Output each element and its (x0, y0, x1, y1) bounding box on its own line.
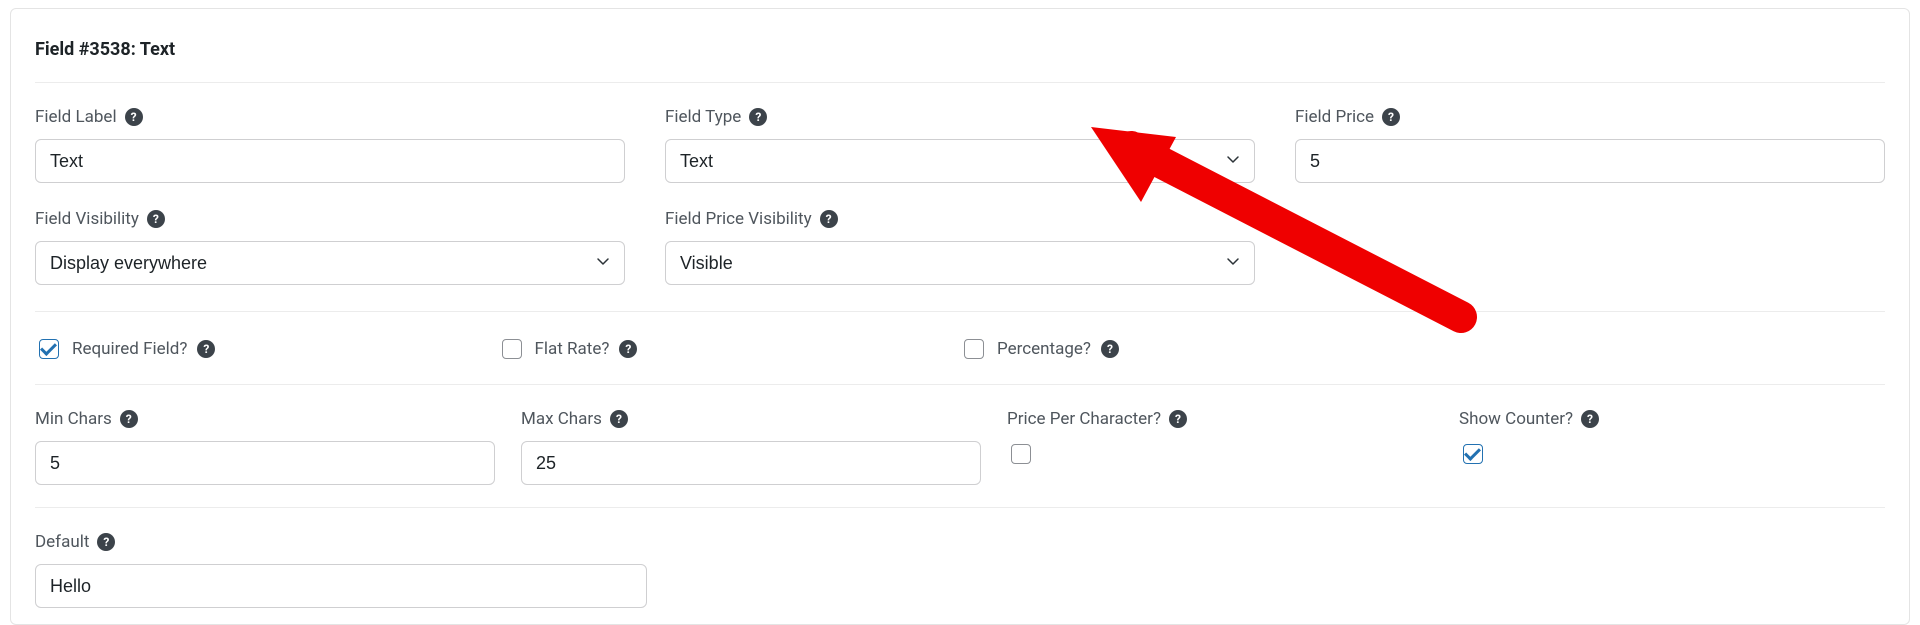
help-icon[interactable]: ? (749, 108, 767, 126)
spacer (1423, 336, 1886, 362)
help-icon[interactable]: ? (1169, 410, 1187, 428)
default-text: Default (35, 532, 89, 552)
field-price-label: Field Price ? (1295, 107, 1885, 127)
price-per-char-checkbox[interactable] (1011, 444, 1031, 464)
show-counter-label: Show Counter? ? (1459, 409, 1885, 429)
flat-rate-label[interactable]: Flat Rate? ? (498, 336, 638, 362)
price-per-char-text: Price Per Character? (1007, 409, 1161, 429)
row-chars: Min Chars ? Max Chars ? Price Per Charac… (35, 409, 1885, 485)
min-chars-label: Min Chars ? (35, 409, 495, 429)
max-chars-input[interactable] (521, 441, 981, 485)
max-chars-text: Max Chars (521, 409, 602, 429)
field-price-visibility-label: Field Price Visibility ? (665, 209, 1255, 229)
divider (35, 82, 1885, 83)
row-default: Default ? (35, 532, 1885, 608)
help-icon[interactable]: ? (147, 210, 165, 228)
required-field-checkbox[interactable] (39, 339, 59, 359)
field-price-col: Field Price ? (1295, 107, 1885, 183)
percentage-cell: Percentage? ? (960, 336, 1423, 362)
field-type-text: Field Type (665, 107, 741, 127)
help-icon[interactable]: ? (1101, 340, 1119, 358)
help-icon[interactable]: ? (197, 340, 215, 358)
divider (35, 384, 1885, 385)
field-visibility-select[interactable]: Display everywhere (35, 241, 625, 285)
percentage-text: Percentage? (997, 339, 1091, 359)
field-label-col: Field Label ? (35, 107, 625, 183)
show-counter-text: Show Counter? (1459, 409, 1573, 429)
field-price-input[interactable] (1295, 139, 1885, 183)
min-chars-col: Min Chars ? (35, 409, 495, 485)
field-settings-panel: Field #3538: Text Field Label ? Field Ty… (10, 8, 1910, 625)
flat-rate-cell: Flat Rate? ? (498, 336, 961, 362)
help-icon[interactable]: ? (610, 410, 628, 428)
max-chars-col: Max Chars ? (521, 409, 981, 485)
show-counter-col: Show Counter? ? (1459, 409, 1885, 467)
price-per-char-label: Price Per Character? ? (1007, 409, 1433, 429)
show-counter-checkbox[interactable] (1463, 444, 1483, 464)
row-checkboxes: Required Field? ? Flat Rate? ? Percentag… (35, 336, 1885, 362)
help-icon[interactable]: ? (820, 210, 838, 228)
field-label-input[interactable] (35, 139, 625, 183)
field-price-visibility-col: Field Price Visibility ? Visible (665, 209, 1255, 285)
field-price-visibility-text: Field Price Visibility (665, 209, 812, 229)
flat-rate-text: Flat Rate? (535, 339, 610, 359)
field-visibility-col: Field Visibility ? Display everywhere (35, 209, 625, 285)
help-icon[interactable]: ? (1581, 410, 1599, 428)
percentage-checkbox[interactable] (964, 339, 984, 359)
field-visibility-text: Field Visibility (35, 209, 139, 229)
field-price-text: Field Price (1295, 107, 1374, 127)
help-icon[interactable]: ? (97, 533, 115, 551)
min-chars-text: Min Chars (35, 409, 112, 429)
field-type-col: Field Type ? Text (665, 107, 1255, 183)
help-icon[interactable]: ? (619, 340, 637, 358)
percentage-label[interactable]: Percentage? ? (960, 336, 1119, 362)
min-chars-input[interactable] (35, 441, 495, 485)
divider (35, 311, 1885, 312)
field-type-label: Field Type ? (665, 107, 1255, 127)
help-icon[interactable]: ? (1382, 108, 1400, 126)
required-field-text: Required Field? (72, 339, 187, 359)
default-input[interactable] (35, 564, 647, 608)
field-visibility-label: Field Visibility ? (35, 209, 625, 229)
required-field-cell: Required Field? ? (35, 336, 498, 362)
field-type-select[interactable]: Text (665, 139, 1255, 183)
field-label-text: Field Label (35, 107, 117, 127)
field-label-label: Field Label ? (35, 107, 625, 127)
field-price-visibility-select[interactable]: Visible (665, 241, 1255, 285)
divider (35, 507, 1885, 508)
default-label: Default ? (35, 532, 647, 552)
spacer (1295, 209, 1885, 285)
row-visibility: Field Visibility ? Display everywhere Fi… (35, 209, 1885, 285)
help-icon[interactable]: ? (120, 410, 138, 428)
row-label-type-price: Field Label ? Field Type ? Text (35, 107, 1885, 183)
price-per-char-col: Price Per Character? ? (1007, 409, 1433, 467)
default-col: Default ? (35, 532, 647, 608)
flat-rate-checkbox[interactable] (502, 339, 522, 359)
required-field-label[interactable]: Required Field? ? (35, 336, 215, 362)
max-chars-label: Max Chars ? (521, 409, 981, 429)
panel-title: Field #3538: Text (35, 39, 1885, 60)
help-icon[interactable]: ? (125, 108, 143, 126)
